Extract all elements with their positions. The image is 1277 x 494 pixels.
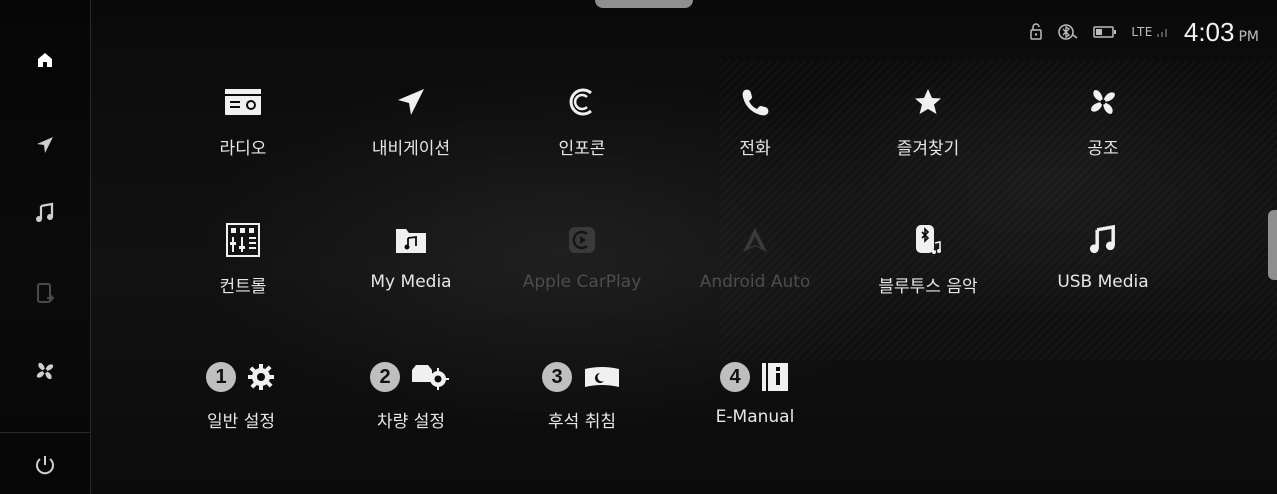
- gear-icon: [248, 364, 274, 390]
- right-pull-handle[interactable]: [1268, 210, 1277, 280]
- bluetooth-music-icon: [916, 225, 941, 254]
- tile-label: 차량 설정: [377, 412, 445, 432]
- sidebar-phone-projection-button[interactable]: [0, 266, 90, 320]
- tile-label: 전화: [739, 139, 771, 159]
- number-badge: 2: [370, 362, 400, 392]
- tile-vehicle-settings[interactable]: 2 차량 설정: [326, 357, 496, 447]
- tile-android-auto[interactable]: Android Auto: [670, 218, 840, 328]
- tile-rear-sleep[interactable]: 3 후석 취침: [497, 357, 667, 447]
- number-badge: 1: [206, 362, 236, 392]
- tile-e-manual[interactable]: 4 E-Manual: [670, 357, 840, 447]
- tile-climate[interactable]: 공조: [1018, 80, 1188, 190]
- tile-apple-carplay[interactable]: Apple CarPlay: [497, 218, 667, 328]
- tile-label: 라디오: [219, 139, 267, 159]
- phone-icon: [742, 89, 769, 116]
- clock-time: 4:03: [1183, 16, 1235, 47]
- tile-label: Android Auto: [699, 272, 811, 292]
- signal-strength-icon: [1156, 29, 1167, 37]
- sidebar-home-button[interactable]: [0, 33, 90, 87]
- tile-label: 내비게이션: [371, 139, 451, 159]
- navigation-arrow-icon: [37, 137, 53, 153]
- tile-control[interactable]: 컨트롤: [158, 218, 328, 328]
- tile-radio[interactable]: 라디오: [158, 80, 328, 190]
- tile-label: USB Media: [1057, 272, 1149, 292]
- home-screen: LTE 4:03 PM 라디오 내비게이션 인포콘 전화 즐겨찾기 공조 컨트롤…: [0, 0, 1277, 494]
- tile-label: Apple CarPlay: [522, 272, 642, 292]
- fan-icon: [1091, 90, 1115, 114]
- battery-icon: [1093, 26, 1117, 38]
- tile-label: 일반 설정: [207, 412, 275, 432]
- manual-info-icon: [762, 363, 788, 391]
- music-note-icon: [36, 202, 54, 222]
- phone-projection-icon: [37, 283, 55, 303]
- sidebar-navigation-button[interactable]: [0, 118, 90, 172]
- android-auto-icon: [743, 228, 767, 252]
- sidebar-power-button[interactable]: [0, 438, 90, 492]
- clock-ampm: PM: [1238, 28, 1259, 45]
- star-icon: [915, 89, 941, 114]
- bluetooth-headset-icon: [1058, 24, 1078, 40]
- lock-icon: [1030, 23, 1043, 40]
- control-panel-icon: [226, 223, 260, 257]
- tile-bluetooth-music[interactable]: 블루투스 음악: [843, 218, 1013, 328]
- navigation-arrow-icon: [398, 89, 424, 115]
- tile-usb-media[interactable]: USB Media: [1018, 218, 1188, 328]
- network-type-label: LTE: [1131, 25, 1153, 39]
- sidebar-climate-button[interactable]: [0, 344, 90, 398]
- tile-infoconn[interactable]: 인포콘: [497, 80, 667, 190]
- tile-label: 후석 취침: [548, 412, 616, 432]
- tile-label: 즐겨찾기: [896, 139, 960, 159]
- tile-phone[interactable]: 전화: [670, 80, 840, 190]
- radio-icon: [225, 89, 261, 115]
- tile-label: E-Manual: [715, 407, 795, 427]
- power-icon: [36, 456, 54, 475]
- status-bar: LTE 4:03 PM: [1029, 14, 1259, 50]
- left-sidebar: [0, 0, 91, 494]
- home-icon: [38, 53, 52, 67]
- tile-label: 인포콘: [558, 139, 606, 159]
- tile-navigation[interactable]: 내비게이션: [326, 80, 496, 190]
- tile-favorites[interactable]: 즐겨찾기: [843, 80, 1013, 190]
- infoconn-icon: [569, 88, 592, 116]
- number-badge: 4: [720, 362, 750, 392]
- top-pull-handle[interactable]: [595, 0, 693, 8]
- sidebar-music-button[interactable]: [0, 186, 90, 240]
- tile-label: 컨트롤: [219, 277, 267, 297]
- sidebar-divider: [0, 432, 90, 433]
- carplay-icon: [569, 227, 595, 253]
- rear-sleep-icon: [585, 367, 619, 387]
- vehicle-settings-icon: [412, 365, 449, 390]
- tile-general-settings[interactable]: 1 일반 설정: [156, 357, 326, 447]
- usb-music-icon: [1089, 224, 1115, 254]
- tile-label: My Media: [370, 272, 452, 292]
- tile-label: 블루투스 음악: [878, 277, 978, 297]
- fan-icon: [36, 362, 54, 380]
- number-badge: 3: [542, 362, 572, 392]
- media-folder-icon: [396, 229, 426, 253]
- tile-label: 공조: [1087, 139, 1119, 159]
- tile-my-media[interactable]: My Media: [326, 218, 496, 328]
